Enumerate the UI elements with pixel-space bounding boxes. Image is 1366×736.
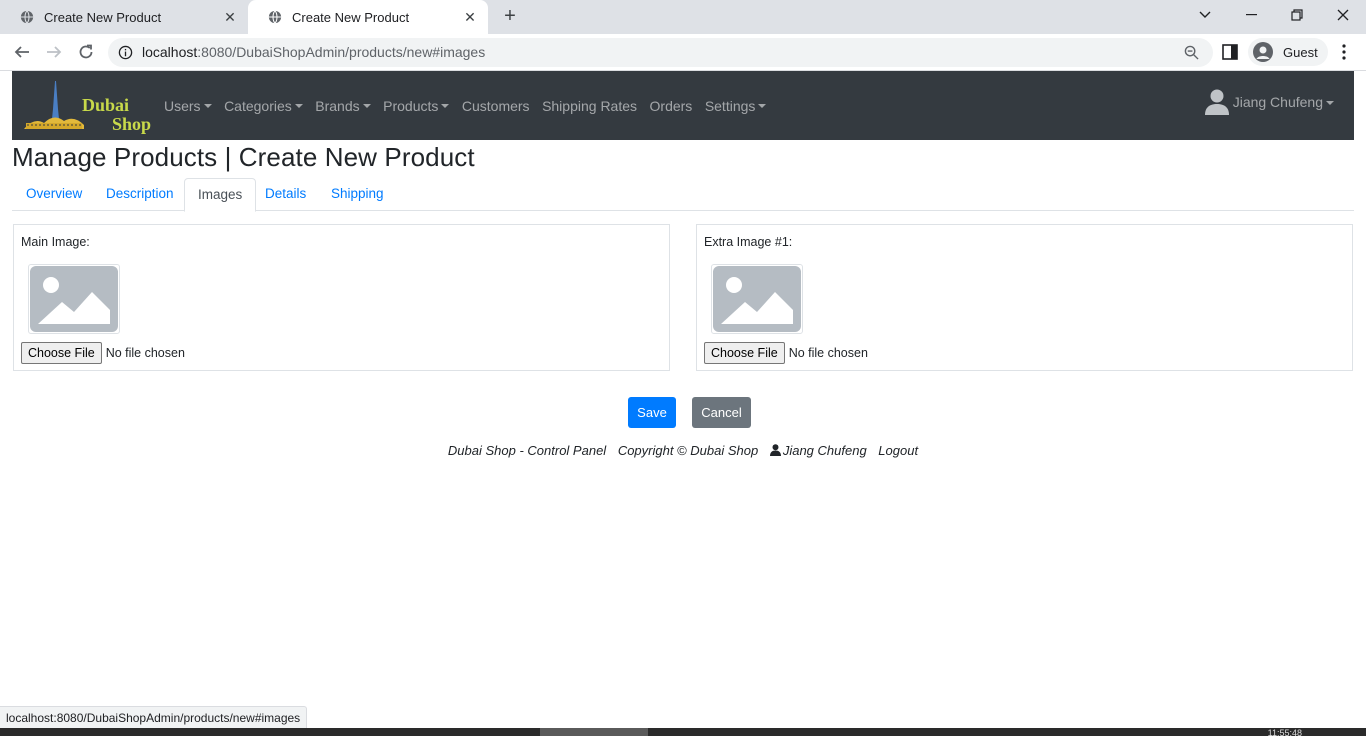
choose-file-button[interactable]: Choose File <box>704 342 785 364</box>
image-placeholder <box>28 264 120 334</box>
caret-down-icon <box>758 104 767 108</box>
main-image-panel: Main Image: Choose File No file chosen <box>13 224 670 371</box>
nav-label: Users <box>164 97 201 114</box>
main-navbar: Dubai Shop Users Categories Brands Produ… <box>12 71 1354 140</box>
address-bar[interactable]: localhost:8080/DubaiShopAdmin/products/n… <box>108 38 1213 67</box>
restore-icon[interactable] <box>1274 0 1320 30</box>
side-panel-icon[interactable] <box>1222 44 1238 60</box>
caret-down-icon <box>441 104 450 108</box>
profile-label: Guest <box>1283 44 1318 60</box>
user-name: Jiang Chufeng <box>1232 94 1323 110</box>
taskbar-item[interactable] <box>540 728 648 736</box>
nav-label: Shipping Rates <box>542 97 638 114</box>
file-status: No file chosen <box>788 346 868 360</box>
os-taskbar: 11:55:48 <box>0 728 1366 736</box>
user-icon <box>1204 89 1229 115</box>
footer-panel-text: Dubai Shop - Control Panel <box>447 443 607 458</box>
zoom-icon[interactable] <box>1184 45 1199 60</box>
nav-item-settings[interactable]: Settings <box>705 98 767 114</box>
tab-description[interactable]: Description <box>93 178 187 211</box>
taskbar-clock: 11:55:48 <box>1267 729 1302 736</box>
logo-text-dubai: Dubai <box>82 95 130 115</box>
tab-title: Create New Product <box>292 9 410 25</box>
new-tab-icon[interactable]: + <box>498 4 522 28</box>
back-arrow-icon[interactable] <box>9 39 35 65</box>
url-path: :8080/DubaiShopAdmin/products/new#images <box>197 44 486 60</box>
nav-item-products[interactable]: Products <box>383 97 450 114</box>
user-menu[interactable]: Jiang Chufeng <box>1204 87 1334 117</box>
product-tabs: Overview Description Images Details Ship… <box>12 178 1354 212</box>
tab-overview[interactable]: Overview <box>13 178 95 211</box>
logout-link[interactable]: Logout <box>878 443 918 458</box>
main-image-file-input[interactable]: Choose File No file chosen <box>21 342 185 364</box>
tab-search-chevron-icon[interactable] <box>1182 0 1228 30</box>
nav-item-orders[interactable]: Orders <box>650 98 693 114</box>
nav-item-brands[interactable]: Brands <box>315 97 371 114</box>
nav-item-customers[interactable]: Customers <box>462 98 530 114</box>
nav-item-categories[interactable]: Categories <box>224 98 303 114</box>
user-icon <box>769 444 781 456</box>
reload-icon[interactable] <box>73 39 99 65</box>
nav-label: Customers <box>461 97 530 114</box>
image-placeholder-icon <box>30 266 118 332</box>
tab-details[interactable]: Details <box>252 178 319 211</box>
nav-label: Products <box>383 97 439 114</box>
main-image-label: Main Image: <box>21 235 90 249</box>
nav-label: Categories <box>224 97 292 114</box>
nav-label: Brands <box>315 97 360 114</box>
browser-toolbar: localhost:8080/DubaiShopAdmin/products/n… <box>0 34 1366 71</box>
save-button[interactable]: Save <box>628 397 676 428</box>
choose-file-button[interactable]: Choose File <box>21 342 102 364</box>
caret-down-icon <box>362 104 371 108</box>
logo-text-shop: Shop <box>112 114 152 134</box>
extra-image-file-input[interactable]: Choose File No file chosen <box>704 342 868 364</box>
footer-copyright: Copyright © Dubai Shop <box>617 443 759 458</box>
caret-down-icon <box>1326 100 1334 105</box>
extra-image-label: Extra Image #1: <box>704 235 793 249</box>
avatar-icon <box>1253 42 1273 62</box>
site-info-icon[interactable] <box>118 45 133 60</box>
forward-arrow-icon[interactable] <box>41 39 67 65</box>
footer: Dubai Shop - Control Panel Copyright © D… <box>0 443 1366 458</box>
tab-images[interactable]: Images <box>184 178 257 212</box>
close-icon[interactable]: ✕ <box>462 9 478 26</box>
caret-down-icon <box>203 104 212 108</box>
footer-user-name: Jiang Chufeng <box>782 443 867 458</box>
more-vert-icon[interactable] <box>1336 42 1352 62</box>
caret-down-icon <box>294 104 303 108</box>
status-url-bubble: localhost:8080/DubaiShopAdmin/products/n… <box>0 706 308 728</box>
file-status: No file chosen <box>105 346 185 360</box>
tab-title: Create New Product <box>44 9 162 25</box>
address-url: localhost:8080/DubaiShopAdmin/products/n… <box>142 44 485 60</box>
globe-icon <box>268 10 282 24</box>
nav-label: Orders <box>649 97 693 114</box>
dubai-shop-logo[interactable]: Dubai Shop <box>24 79 151 134</box>
browser-tab-active[interactable]: Create New Product ✕ <box>248 0 488 34</box>
url-host: localhost <box>142 44 198 60</box>
footer-user: Jiang Chufeng <box>769 443 867 458</box>
cancel-button[interactable]: Cancel <box>692 397 751 428</box>
burj-skyline-icon <box>24 81 84 129</box>
image-placeholder-icon <box>713 266 801 332</box>
nav-item-users[interactable]: Users <box>164 98 212 114</box>
nav-menu: Users Categories Brands Products Custome… <box>164 71 779 140</box>
profile-button[interactable]: Guest <box>1248 38 1328 66</box>
image-placeholder <box>711 264 803 334</box>
nav-item-shipping-rates[interactable]: Shipping Rates <box>542 98 637 114</box>
tab-shipping[interactable]: Shipping <box>318 178 397 211</box>
globe-icon <box>20 10 34 24</box>
nav-label: Settings <box>704 97 756 114</box>
extra-image-panel: Extra Image #1: Choose File No file chos… <box>696 224 1353 371</box>
page-title: Manage Products | Create New Product <box>12 142 475 172</box>
browser-tabstrip: Create New Product ✕ Create New Product … <box>0 0 1366 34</box>
window-close-icon[interactable] <box>1320 0 1366 30</box>
browser-tab[interactable]: Create New Product ✕ <box>0 0 248 34</box>
minimize-icon[interactable] <box>1228 0 1274 30</box>
close-icon[interactable]: ✕ <box>222 9 238 26</box>
